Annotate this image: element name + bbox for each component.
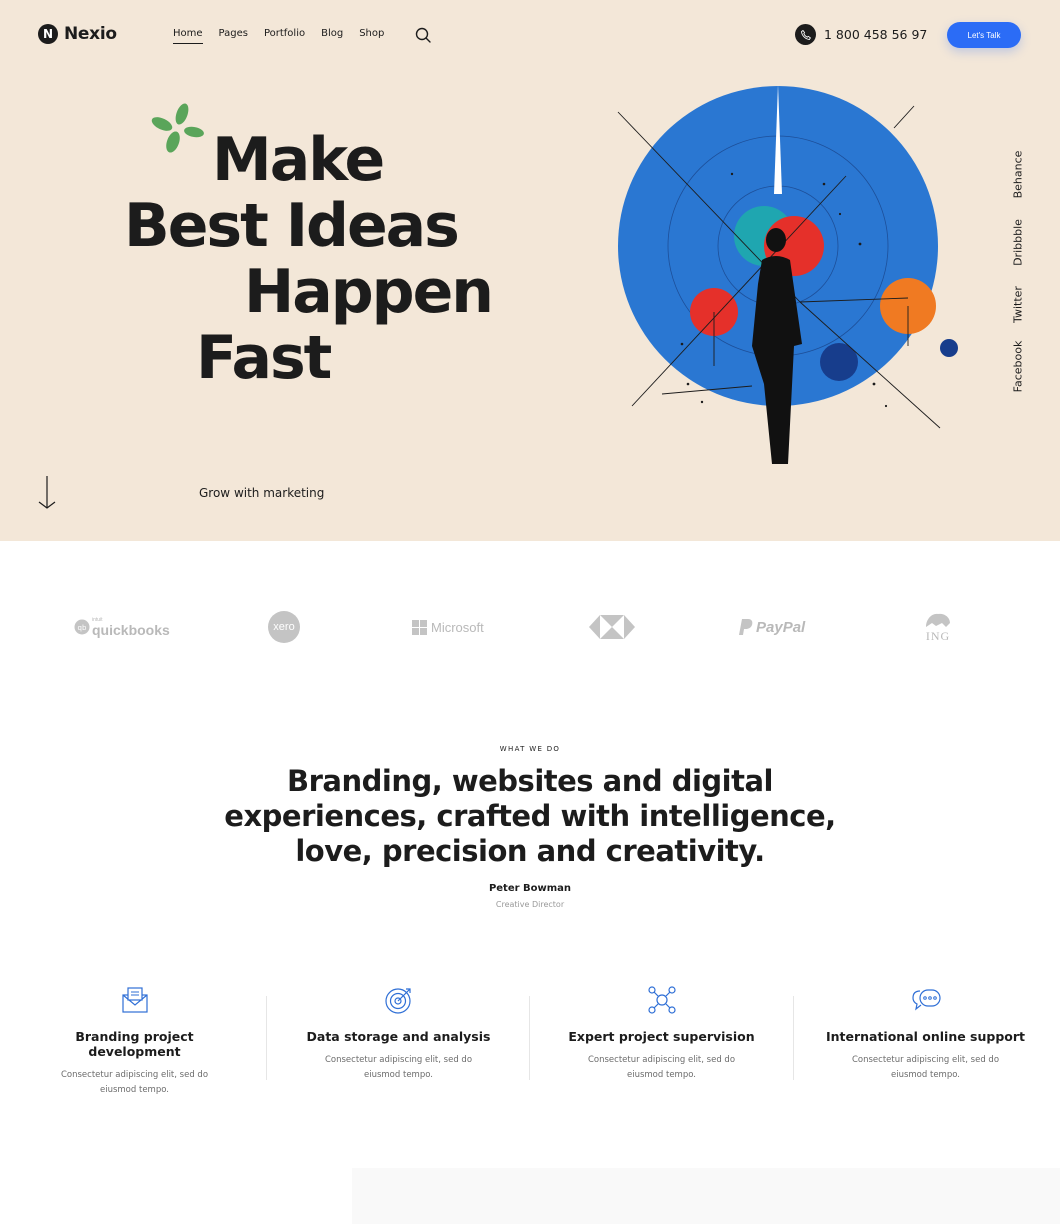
service-card-support: International online support Consectetur… [794, 985, 1057, 1083]
search-icon[interactable] [414, 26, 432, 44]
service-description: Consectetur adipiscing elit, sed do eius… [587, 1055, 736, 1080]
hsbc-hexagon-icon [589, 615, 635, 639]
nav-item-blog[interactable]: Blog [321, 28, 343, 44]
hero-artwork [617, 84, 958, 464]
svg-text:qb: qb [78, 624, 87, 632]
paypal-icon [739, 619, 753, 635]
envelope-icon [121, 987, 148, 1013]
logo-paypal: PayPal [738, 604, 805, 650]
quickbooks-text: quickbooks [92, 621, 170, 638]
logo-ing: ING [922, 604, 954, 650]
site-logo[interactable]: N Nexio [38, 24, 117, 44]
paypal-text: PayPal [756, 618, 806, 636]
hero-section: N Nexio Home Pages Portfolio Blog Shop 1… [0, 0, 1060, 541]
client-logos: qb intuit quickbooks xero Microsoft PayP… [0, 604, 1060, 650]
phone-number: 1 800 458 56 97 [824, 27, 928, 42]
hero-tagline: Grow with marketing [199, 486, 325, 500]
logo-xero: xero [268, 604, 300, 650]
lets-talk-button[interactable]: Let's Talk [947, 22, 1021, 48]
service-title: Expert project supervision [568, 1029, 755, 1044]
service-description: Consectetur adipiscing elit, sed do eius… [324, 1055, 473, 1080]
headline-line-3: Happen [244, 257, 494, 327]
network-icon [647, 986, 676, 1014]
logo-text: Nexio [64, 24, 117, 44]
chat-bubbles-icon [911, 989, 941, 1011]
author-name: Peter Bowman [488, 883, 572, 894]
scroll-down-arrow-icon[interactable] [36, 474, 58, 510]
ing-lion-icon [926, 613, 950, 627]
logo-hsbc [589, 604, 635, 650]
nav-item-shop[interactable]: Shop [359, 28, 384, 44]
nav-item-portfolio[interactable]: Portfolio [264, 28, 305, 44]
phone-contact[interactable]: 1 800 458 56 97 [795, 24, 927, 45]
service-title: Data storage and analysis [306, 1029, 491, 1044]
main-nav: Home Pages Portfolio Blog Shop [173, 28, 384, 44]
service-card-supervision: Expert project supervision Consectetur a… [530, 985, 793, 1083]
author-role: Creative Director [495, 900, 565, 909]
flower-icon [151, 103, 204, 153]
logo-quickbooks: qb intuit quickbooks [74, 604, 170, 650]
nav-item-pages[interactable]: Pages [219, 28, 248, 44]
microsoft-icon [412, 619, 427, 635]
next-section-panel [352, 1168, 1060, 1224]
target-icon [384, 988, 411, 1014]
microsoft-text: Microsoft [431, 619, 484, 635]
service-description: Consectetur adipiscing elit, sed do eius… [60, 1070, 209, 1095]
quickbooks-icon: qb [74, 619, 90, 635]
headline-line-2: Best Ideas [124, 191, 460, 261]
headline-line-1: Make [212, 125, 385, 195]
xero-text: xero [268, 611, 300, 643]
service-card-branding: Branding project development Consectetur… [3, 985, 266, 1098]
service-title: Branding project development [75, 1029, 194, 1059]
service-card-data: Data storage and analysis Consectetur ad… [267, 985, 530, 1083]
nav-item-home[interactable]: Home [173, 28, 203, 44]
section-eyebrow: WHAT WE DO [499, 745, 561, 753]
headline-line-4: Fast [196, 323, 332, 393]
phone-icon [795, 24, 816, 45]
ing-text: ING [925, 628, 951, 643]
service-title: International online support [825, 1029, 1026, 1044]
social-link-dribbble[interactable]: Dribbble [1008, 219, 1028, 266]
social-link-facebook[interactable]: Facebook [1008, 341, 1028, 393]
social-link-twitter[interactable]: Twitter [1008, 286, 1028, 323]
social-link-behance[interactable]: Behance [1008, 151, 1028, 199]
social-label-facebook: Facebook [1011, 340, 1025, 393]
logo-microsoft: Microsoft [412, 604, 484, 650]
logo-mark-icon: N [38, 24, 58, 44]
section-statement: Branding, websites and digital experienc… [224, 764, 836, 868]
service-description: Consectetur adipiscing elit, sed do eius… [851, 1055, 1000, 1080]
